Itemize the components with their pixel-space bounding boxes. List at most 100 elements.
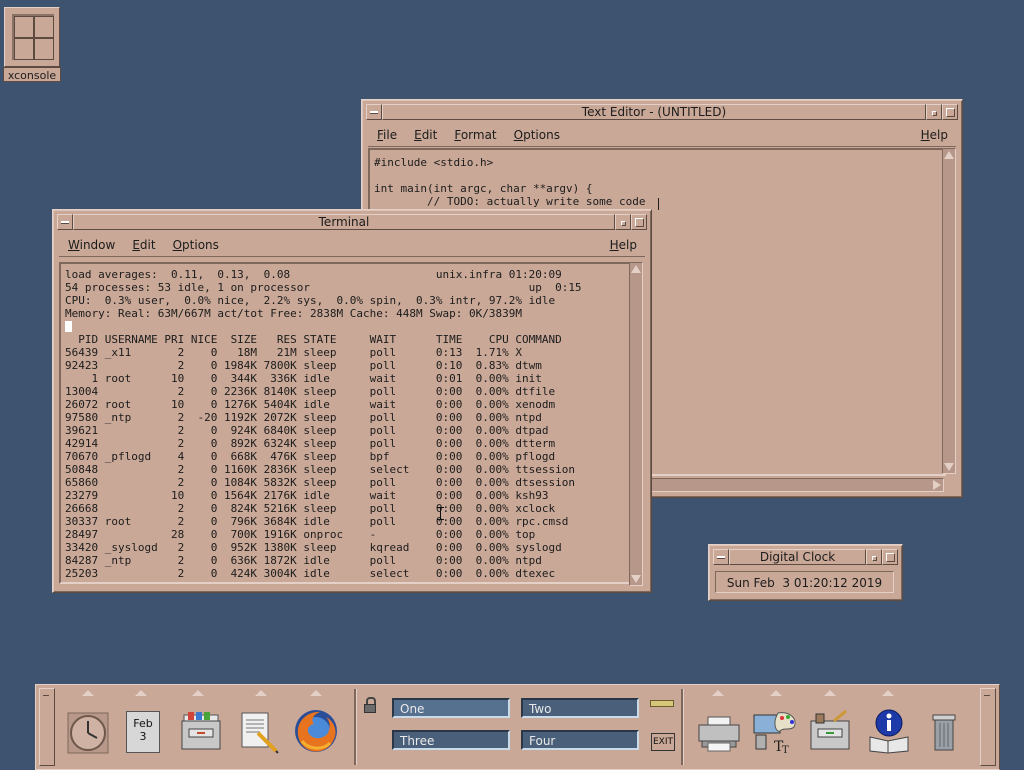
process-table-header: PID USERNAME PRI NICE SIZE RES STATE WAI… (65, 333, 562, 346)
file-manager-launcher[interactable] (179, 709, 225, 759)
analog-clock-icon (67, 712, 109, 754)
subpanel-arrow-clock[interactable] (66, 688, 110, 698)
firefox-icon (295, 710, 337, 752)
terminal-menubar: Window Edit Options Help (59, 234, 645, 257)
subpanel-arrow-printer[interactable] (696, 688, 740, 698)
xconsole-icon (4, 7, 60, 67)
workspace-button-three[interactable]: Three (392, 730, 510, 750)
panel-handle-right[interactable] (980, 688, 996, 766)
terminal-vscroll[interactable] (629, 262, 643, 586)
printer-launcher[interactable] (696, 711, 742, 761)
terminal-window[interactable]: Terminal Window Edit Options Help load a… (52, 209, 652, 593)
lock-icon[interactable] (363, 697, 377, 713)
terminal-screen[interactable]: load averages: 0.11, 0.13, 0.08 unix.inf… (59, 262, 631, 584)
window-menu-button[interactable] (57, 214, 73, 230)
web-browser-launcher[interactable] (292, 707, 338, 757)
window-menu-button[interactable] (713, 549, 729, 565)
window-menu-button[interactable] (366, 104, 382, 120)
text-editor-content: #include <stdio.h> int main(int argc, ch… (374, 156, 646, 208)
top-header-line: load averages: 0.11, 0.13, 0.08 unix.inf… (65, 268, 562, 281)
application-drawer-icon (810, 709, 850, 750)
top-header-line: Memory: Real: 63M/667M act/tot Free: 283… (65, 307, 522, 320)
process-row: 56439 _x11 2 0 18M 21M sleep poll 0:13 1… (65, 346, 522, 359)
scroll-down-arrow-icon[interactable] (944, 463, 954, 471)
panel-divider (681, 689, 684, 765)
process-row: 65860 2 0 1084K 5832K sleep poll 0:00 0.… (65, 476, 575, 489)
xconsole-desktop-icon[interactable]: xconsole (3, 7, 61, 82)
busy-indicator-icon (650, 700, 674, 707)
subpanel-arrow-editor[interactable] (239, 688, 283, 698)
help-info-book-icon (869, 709, 909, 754)
style-manager-icon: T T (753, 712, 796, 756)
calendar-launcher[interactable]: Feb 3 (124, 711, 170, 761)
workspace-button-one[interactable]: One (392, 698, 510, 718)
text-editor-vscroll[interactable] (942, 148, 956, 474)
panel-handle-left[interactable] (39, 688, 55, 766)
terminal-cursor (65, 321, 72, 332)
xconsole-label: xconsole (3, 67, 61, 82)
subpanel-arrow-calendar[interactable] (119, 688, 163, 698)
menu-edit[interactable]: Edit (405, 128, 445, 142)
subpanel-arrow-apps[interactable] (808, 688, 852, 698)
trash-can-icon (932, 714, 956, 751)
panel-divider (354, 689, 357, 765)
text-editor-menubar: File Edit Format Options Help (368, 124, 956, 147)
process-row: 1 root 10 0 344K 336K idle wait 0:01 0.0… (65, 372, 542, 385)
menu-help[interactable]: Help (912, 128, 956, 142)
style-manager-launcher[interactable]: T T (750, 709, 796, 759)
digital-clock-display: Sun Feb 3 01:20:12 2019 (715, 571, 894, 593)
text-editor-launcher[interactable] (236, 709, 282, 759)
subpanel-arrow-files[interactable] (176, 688, 220, 698)
maximize-button[interactable] (942, 104, 958, 120)
terminal-titlebar[interactable]: Terminal (57, 214, 647, 230)
process-row: 84287 _ntp 2 0 636K 1872K idle poll 0:00… (65, 554, 542, 567)
process-row: 42914 2 0 892K 6324K sleep poll 0:00 0.0… (65, 437, 556, 450)
minimize-button[interactable] (866, 549, 882, 565)
terminal-title[interactable]: Terminal (73, 214, 615, 230)
process-row: 25203 2 0 424K 3004K idle select 0:00 0.… (65, 567, 556, 580)
menu-format[interactable]: Format (445, 128, 504, 142)
text-editor-pen-icon (241, 712, 279, 754)
subpanel-arrow-help[interactable] (866, 688, 910, 698)
subpanel-arrow-browser[interactable] (294, 688, 338, 698)
help-manager-launcher[interactable] (866, 707, 912, 757)
scroll-down-arrow-icon[interactable] (631, 575, 641, 583)
subpanel-arrow-style[interactable] (754, 688, 798, 698)
text-editor-title[interactable]: Text Editor - (UNTITLED) (382, 104, 926, 120)
menu-file[interactable]: File (368, 128, 405, 142)
minimize-button[interactable] (926, 104, 942, 120)
exit-label: EXIT (652, 737, 673, 747)
menu-options[interactable]: Options (505, 128, 568, 142)
trash-launcher[interactable] (929, 711, 975, 761)
process-row: 28497 28 0 700K 1916K onproc - 0:00 0.00… (65, 528, 536, 541)
application-manager-launcher[interactable] (808, 709, 854, 759)
minimize-button[interactable] (615, 214, 631, 230)
menu-help[interactable]: Help (601, 238, 645, 252)
menu-window[interactable]: Window (59, 238, 123, 252)
exit-button[interactable]: EXIT (651, 733, 675, 751)
digital-clock-titlebar[interactable]: Digital Clock (713, 549, 898, 565)
maximize-button[interactable] (882, 549, 898, 565)
clock-launcher[interactable] (66, 711, 112, 761)
file-drawer-icon (181, 712, 221, 750)
process-row: 70670 _pflogd 4 0 668K 476K sleep bpf 0:… (65, 450, 556, 463)
scroll-up-arrow-icon[interactable] (944, 151, 954, 159)
workspace-button-four[interactable]: Four (521, 730, 639, 750)
scroll-right-arrow-icon[interactable] (933, 480, 941, 490)
menu-options[interactable]: Options (164, 238, 227, 252)
workspace-button-two[interactable]: Two (521, 698, 639, 718)
calendar-icon: Feb 3 (126, 711, 160, 753)
text-editor-titlebar[interactable]: Text Editor - (UNTITLED) (366, 104, 958, 120)
ibeam-cursor-icon (437, 507, 444, 520)
process-row: 30337 root 2 0 796K 3684K idle poll 0:00… (65, 515, 569, 528)
process-row: 39621 2 0 924K 6840K sleep poll 0:00 0.0… (65, 424, 549, 437)
scroll-up-arrow-icon[interactable] (631, 265, 641, 273)
menu-edit[interactable]: Edit (123, 238, 163, 252)
digital-clock-window[interactable]: Digital Clock Sun Feb 3 01:20:12 2019 (708, 544, 903, 601)
process-row: 23279 10 0 1564K 2176K idle wait 0:00 0.… (65, 489, 549, 502)
process-row: 33420 _syslogd 2 0 952K 1380K sleep kqre… (65, 541, 562, 554)
front-panel: Feb 3 One Two Three Four EXIT T T (35, 684, 1000, 770)
maximize-button[interactable] (631, 214, 647, 230)
digital-clock-title[interactable]: Digital Clock (729, 549, 866, 565)
process-row: 92423 2 0 1984K 7800K sleep poll 0:10 0.… (65, 359, 542, 372)
